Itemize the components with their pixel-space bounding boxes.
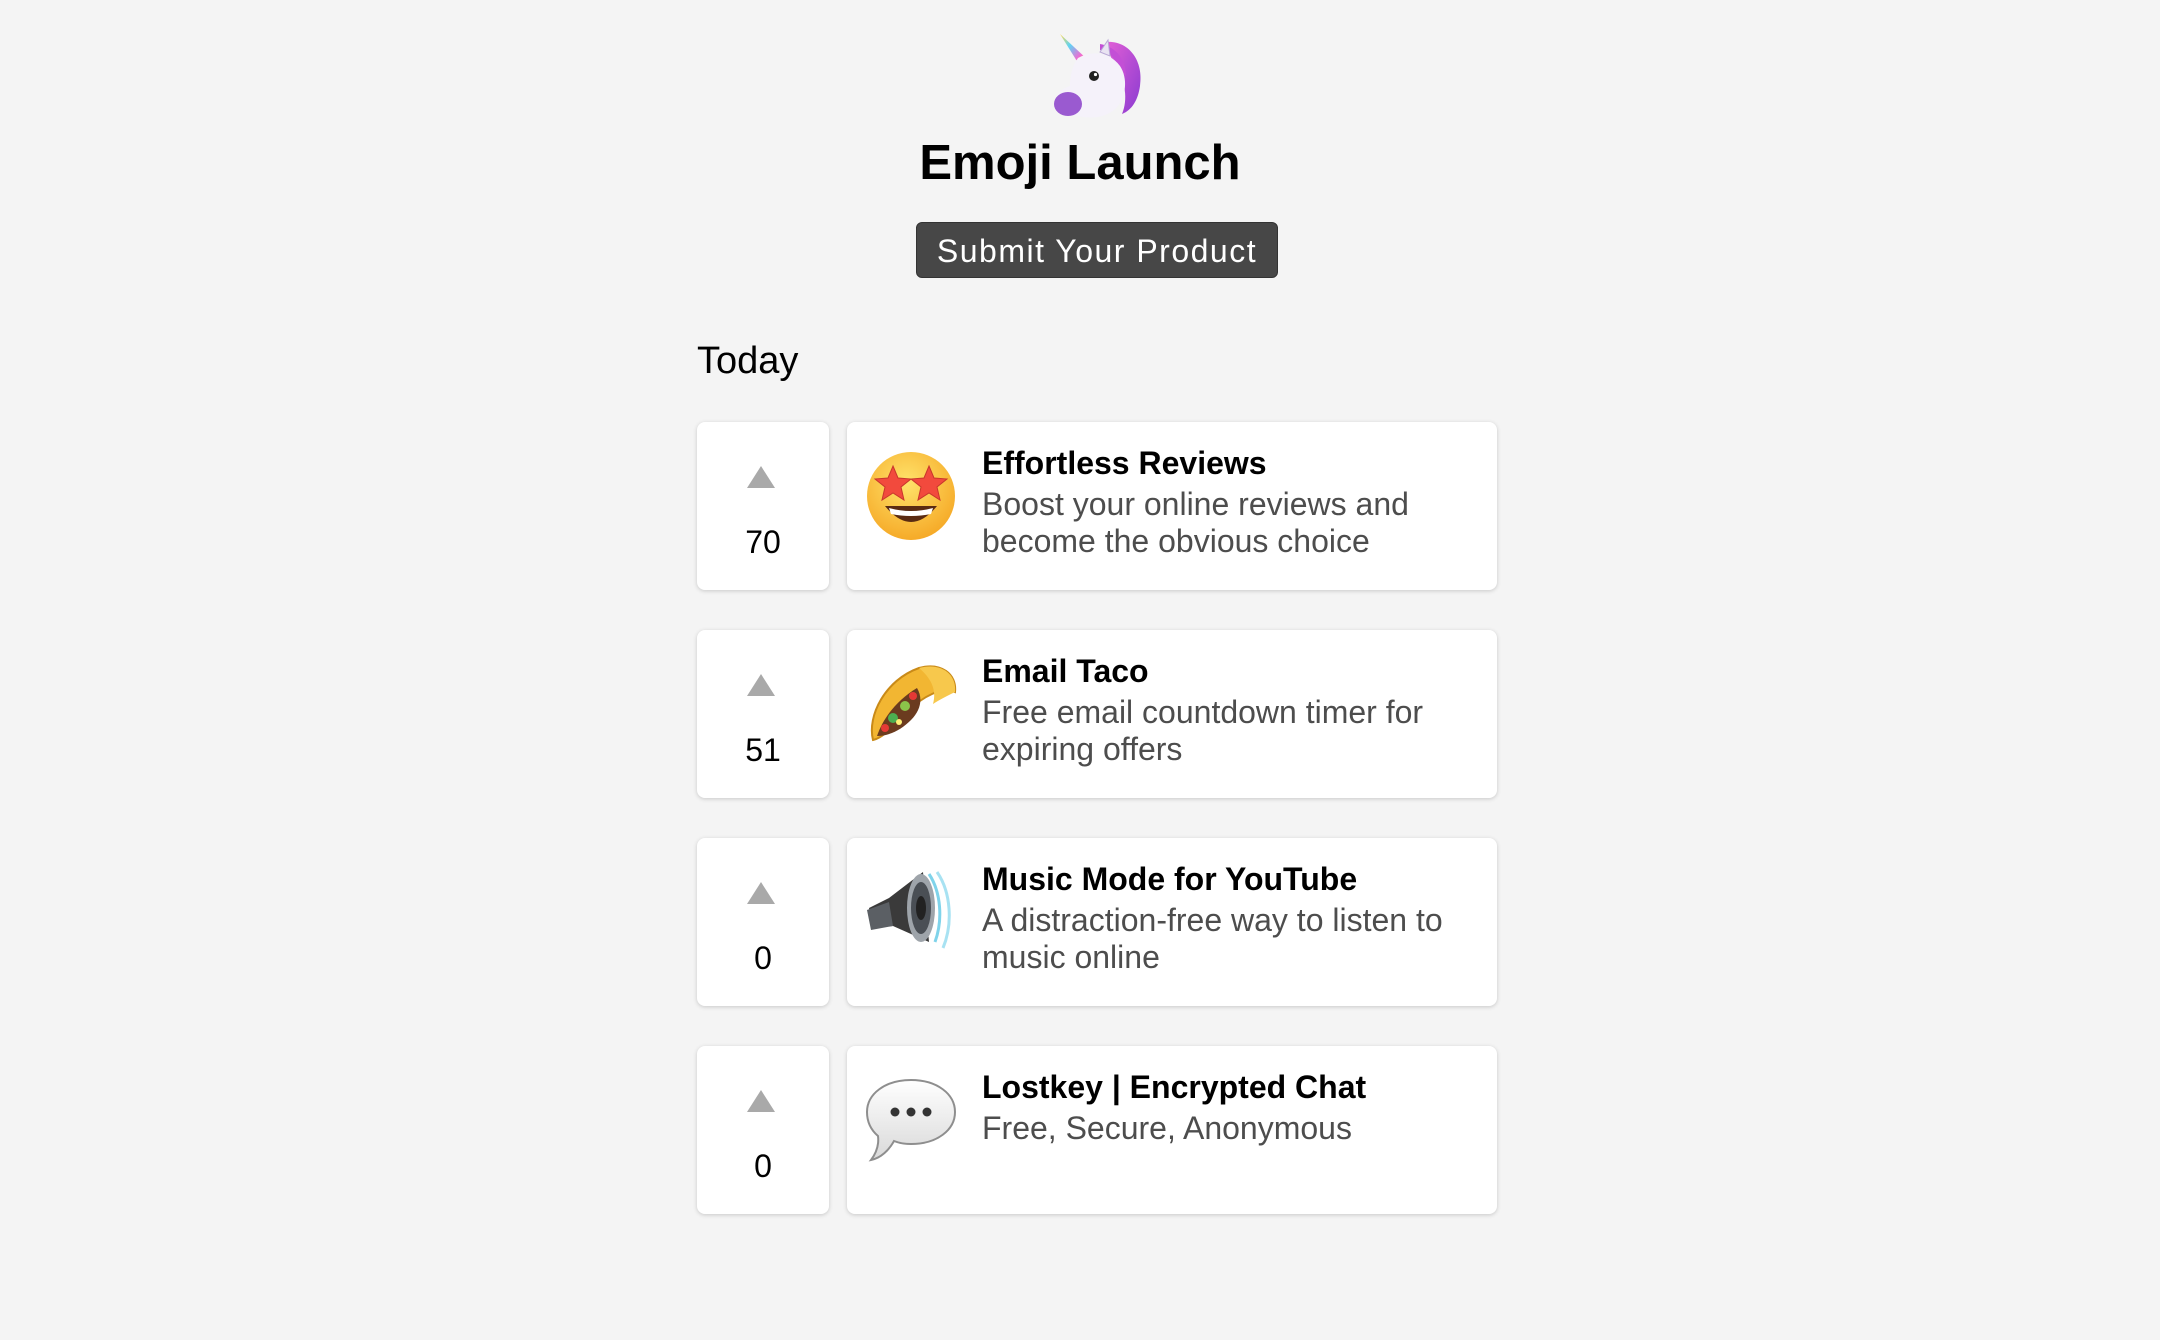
vote-count: 0 xyxy=(754,1148,772,1184)
submit-product-button[interactable]: Submit Your Product xyxy=(916,222,1278,278)
product-card[interactable]: Effortless Reviews Boost your online rev… xyxy=(847,422,1497,590)
product-row: 0 Music Mode for YouTube A distraction-f… xyxy=(697,838,1499,1008)
upvote-arrow-icon xyxy=(747,882,775,904)
product-name: Music Mode for YouTube xyxy=(982,861,1358,897)
site-title: Emoji Launch xyxy=(919,136,1241,190)
product-row: 70 Effortless Reviews Boost your online … xyxy=(697,422,1499,592)
upvote-arrow-icon xyxy=(747,1090,775,1112)
speech-bubble-icon xyxy=(865,1078,957,1162)
taco-icon xyxy=(870,665,957,742)
upvote-arrow-icon xyxy=(747,674,775,696)
product-tagline: Free, Secure, Anonymous xyxy=(982,1110,1352,1146)
loud-speaker-icon xyxy=(867,871,951,949)
product-card[interactable]: Music Mode for YouTube A distraction-fre… xyxy=(847,838,1497,1006)
vote-count: 70 xyxy=(745,524,781,560)
product-row: 0 Lostkey | Encrypted Chat Free, Secure,… xyxy=(697,1046,1499,1216)
product-row: 51 Email Taco Free email countdown timer… xyxy=(697,630,1499,800)
product-tagline: Free email countdown timer for expiring … xyxy=(982,694,1424,767)
vote-count: 0 xyxy=(754,940,772,976)
product-tagline: A distraction-free way to listen to musi… xyxy=(982,902,1443,975)
product-tagline: Boost your online reviews and become the… xyxy=(982,486,1409,559)
upvote-button[interactable]: 70 xyxy=(697,422,829,590)
product-name: Effortless Reviews xyxy=(982,445,1267,481)
upvote-button[interactable]: 51 xyxy=(697,630,829,798)
upvote-arrow-icon xyxy=(747,466,775,488)
product-name: Lostkey | Encrypted Chat xyxy=(982,1069,1367,1105)
vote-count: 51 xyxy=(745,732,781,768)
product-card[interactable]: Lostkey | Encrypted Chat Free, Secure, A… xyxy=(847,1046,1497,1214)
section-title: Today xyxy=(697,340,799,382)
upvote-button[interactable]: 0 xyxy=(697,838,829,1006)
product-card[interactable]: Email Taco Free email countdown timer fo… xyxy=(847,630,1497,798)
product-name: Email Taco xyxy=(982,653,1149,689)
unicorn-face-icon[interactable] xyxy=(1048,30,1148,126)
star-struck-face-icon xyxy=(867,452,955,540)
upvote-button[interactable]: 0 xyxy=(697,1046,829,1214)
